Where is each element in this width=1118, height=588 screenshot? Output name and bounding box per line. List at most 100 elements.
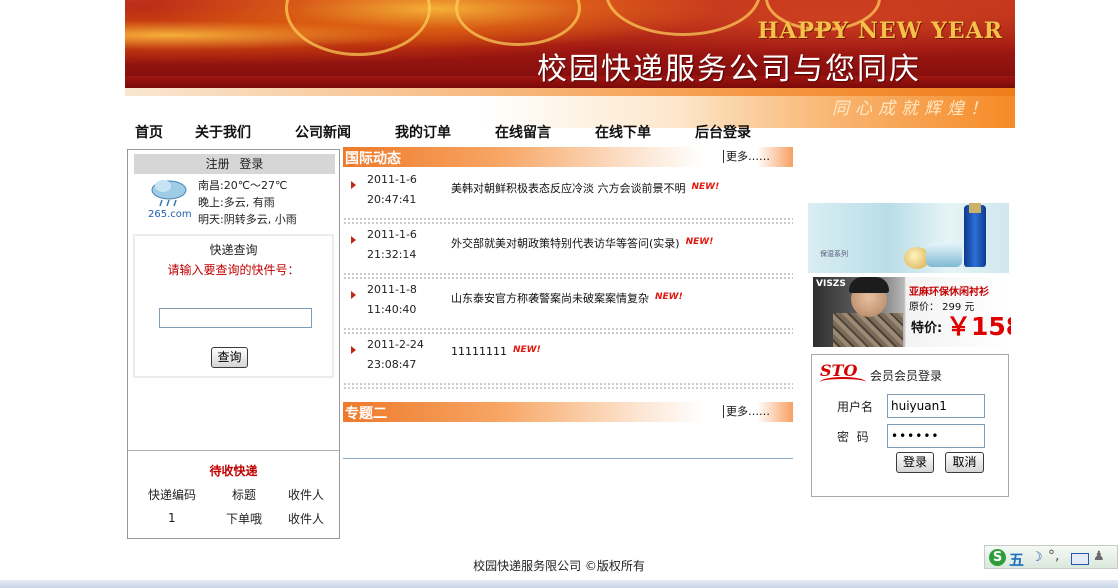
member-login-box: STO 会员会员登录 用户名 密 码 登录 取消 (811, 354, 1009, 497)
pending-col-recipient: 收件人 (288, 488, 325, 502)
sogou-ime-icon[interactable]: S (989, 549, 1006, 566)
cosmetics-ad-banner[interactable]: 保湿系列 (808, 203, 1009, 273)
soft-keyboard-icon[interactable] (1071, 553, 1089, 565)
news-title-link[interactable]: 山东泰安官方称袭警案尚未破案案情复杂 NEW! (451, 290, 683, 306)
new-badge-icon: NEW! (655, 292, 683, 302)
nav-admin-login[interactable]: 后台登录 (695, 122, 751, 142)
news-title-link[interactable]: 美韩对朝鲜积极表态反应冷淡 六方会谈前景不明 NEW! (451, 180, 719, 196)
pending-col-code: 快递编码 (148, 488, 197, 502)
os-taskbar (0, 580, 1118, 588)
tracking-number-input[interactable] (159, 308, 312, 328)
bullet-arrow-icon (351, 291, 356, 299)
pending-row-recipient: 收件人 (288, 512, 325, 526)
pending-deliveries: 待收快递 快递编码 标题 收件人 1 下单哦 收件人 (128, 450, 339, 539)
password-label: 密 码 (837, 430, 869, 444)
news-title-link[interactable]: 外交部就美对朝政策特别代表访华等答问(实录) NEW! (451, 235, 713, 251)
tracking-query-title: 快递查询 (209, 243, 258, 257)
nav-my-orders[interactable]: 我的订单 (395, 122, 451, 142)
slogan-text: 同心成就辉煌！ (832, 99, 993, 119)
news-date: 2011-2-24 (367, 338, 424, 351)
news-time: 11:40:40 (367, 303, 417, 316)
cancel-button[interactable]: 取消 (945, 452, 984, 473)
bottle-cap-image (969, 203, 981, 213)
bullet-arrow-icon (351, 236, 356, 244)
tracking-query-box: 快递查询 请输入要查询的快件号： 查询 (133, 234, 334, 378)
pending-col-title: 标题 (232, 488, 257, 502)
news-date: 2011-1-6 (367, 228, 417, 241)
login-button[interactable]: 登录 (896, 452, 934, 473)
sto-logo-swoosh (820, 377, 866, 387)
nav-place-order[interactable]: 在线下单 (595, 122, 651, 142)
clothing-special-label: 特价: (911, 321, 943, 336)
tracking-query-hint: 请输入要查询的快件号： (167, 263, 300, 277)
new-badge-icon: NEW! (513, 345, 541, 355)
username-input[interactable] (887, 394, 985, 418)
topic2-more-link[interactable]: 更多…… (723, 405, 770, 418)
banner-swirl (455, 0, 581, 46)
news-section-title: 国际动态 (345, 151, 401, 167)
auth-bar: 注册 登录 (134, 154, 335, 174)
nav-about[interactable]: 关于我们 (195, 122, 251, 142)
news-datetime: 2011-1-6 20:47:41 (367, 170, 417, 210)
banner-swirl (285, 0, 431, 56)
weather-brand: 265.com (148, 209, 192, 220)
news-item: 2011-1-6 21:32:14 外交部就美对朝政策特别代表访华等答问(实录)… (343, 223, 793, 280)
news-date: 2011-1-8 (367, 283, 417, 296)
news-title[interactable]: 山东泰安官方称袭警案尚未破案案情复杂 (451, 292, 649, 305)
model-hair-image (849, 277, 889, 293)
news-more-link[interactable]: 更多…… (723, 150, 770, 163)
login-link[interactable]: 登录 (239, 157, 263, 171)
news-datetime: 2011-1-8 11:40:40 (367, 280, 417, 320)
news-title[interactable]: 美韩对朝鲜积极表态反应冷淡 六方会谈前景不明 (451, 182, 686, 195)
news-item: 2011-2-24 23:08:47 11111111 NEW! (343, 333, 793, 390)
pending-row-code: 1 (168, 511, 176, 525)
nav-home[interactable]: 首页 (135, 122, 163, 142)
news-datetime: 2011-1-6 21:32:14 (367, 225, 417, 265)
punctuation-icon[interactable]: °, (1048, 548, 1059, 564)
news-item: 2011-1-6 20:47:41 美韩对朝鲜积极表态反应冷淡 六方会谈前景不明… (343, 168, 793, 225)
weather-today: 南昌:20℃～27℃ (198, 179, 288, 192)
new-badge-icon: NEW! (691, 182, 720, 192)
news-title[interactable]: 外交部就美对朝政策特别代表访华等答问(实录) (451, 237, 680, 250)
weather-tomorrow: 明天:阴转多云, 小雨 (198, 213, 297, 226)
news-title-link[interactable]: 11111111 NEW! (451, 345, 541, 358)
username-label: 用户名 (837, 400, 874, 414)
shirt-image (833, 313, 903, 347)
nav-guestbook[interactable]: 在线留言 (495, 122, 551, 142)
clothing-ad-headline: 亚麻环保休闲衬衫 (909, 287, 989, 298)
register-link[interactable]: 注册 (206, 157, 230, 171)
bullet-arrow-icon (351, 346, 356, 354)
slogan-strip: 同心成就辉煌！ (125, 88, 1015, 128)
pending-row-title[interactable]: 下单哦 (226, 510, 262, 527)
bullet-arrow-icon (351, 181, 356, 189)
page-footer: 校园快递服务限公司 ©版权所有 (473, 559, 645, 573)
news-date: 2011-1-6 (367, 173, 417, 186)
banner-swirl (605, 0, 761, 36)
nav-company-news[interactable]: 公司新闻 (295, 122, 351, 142)
password-input[interactable] (887, 424, 985, 448)
ime-mode-indicator[interactable]: 五 (1009, 549, 1024, 570)
clothing-brand: VISZS (816, 279, 846, 289)
clothing-special-price: ￥158 (946, 312, 1011, 341)
news-time: 21:32:14 (367, 248, 417, 261)
left-sidebar: 注册 登录 265.com 南昌:20℃～27℃ 晚上:多云, 有雨 明天:阴转… (127, 149, 340, 539)
topic2-section-header: 专题二 更多…… (343, 402, 793, 422)
dotted-divider (343, 382, 793, 390)
clothing-ad-banner[interactable]: VISZS 亚麻环保休闲衬衫 原价： 299 元 特价: ￥158 (813, 277, 1011, 347)
news-time: 23:08:47 (367, 358, 417, 371)
banner-happy-new-year: HAPPY NEW YEAR (757, 18, 1003, 44)
serum-bottle-image (964, 205, 986, 267)
query-button[interactable]: 查询 (211, 347, 248, 368)
banner-company-title: 校园快递服务公司与您同庆 (537, 52, 921, 87)
news-item: 2011-1-8 11:40:40 山东泰安官方称袭警案尚未破案案情复杂 NEW! (343, 278, 793, 335)
weather-tonight: 晚上:多云, 有雨 (198, 196, 275, 209)
sto-logo: STO (820, 361, 866, 387)
news-datetime: 2011-2-24 23:08:47 (367, 335, 424, 375)
center-divider (343, 458, 793, 459)
ime-toolbar[interactable]: S 五 ☽ °, ♟ (984, 545, 1118, 569)
half-width-moon-icon[interactable]: ☽ (1031, 550, 1043, 565)
news-title[interactable]: 11111111 (451, 345, 507, 358)
site-banner: HAPPY NEW YEAR 校园快递服务公司与您同庆 (125, 0, 1015, 88)
topic2-section-title: 专题二 (345, 406, 387, 422)
user-center-icon[interactable]: ♟ (1093, 549, 1105, 564)
